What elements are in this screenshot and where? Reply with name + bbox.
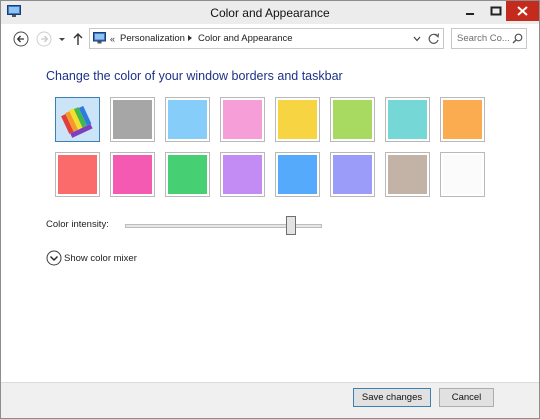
swatch-fill bbox=[58, 155, 97, 194]
back-button[interactable] bbox=[13, 31, 29, 47]
forward-button[interactable] bbox=[36, 31, 52, 47]
swatch-fill bbox=[388, 100, 427, 139]
swatch-lime[interactable] bbox=[330, 97, 375, 142]
breadcrumb[interactable]: « Personalization Color and Appearance bbox=[89, 28, 444, 49]
show-color-mixer-link[interactable]: Show color mixer bbox=[64, 253, 137, 264]
automatic-color-palette-icon bbox=[61, 105, 93, 138]
title-bar: Color and Appearance bbox=[1, 1, 539, 24]
close-icon bbox=[517, 6, 528, 16]
swatch-fill bbox=[168, 155, 207, 194]
swatch-fill bbox=[278, 100, 317, 139]
color-appearance-window: Color and Appearance « Personalization C… bbox=[0, 0, 540, 419]
breadcrumb-separator-icon[interactable] bbox=[188, 35, 192, 41]
swatch-fill bbox=[443, 155, 482, 194]
recent-locations-chevron-icon[interactable] bbox=[57, 33, 67, 45]
swatch-fill bbox=[223, 155, 262, 194]
save-changes-button[interactable]: Save changes bbox=[353, 388, 431, 407]
swatch-magenta[interactable] bbox=[110, 152, 155, 197]
color-intensity-label: Color intensity: bbox=[46, 219, 109, 230]
color-intensity-slider-thumb[interactable] bbox=[285, 216, 296, 235]
address-bar: « Personalization Color and Appearance S… bbox=[1, 25, 539, 53]
swatch-fill bbox=[333, 155, 372, 194]
page-heading: Change the color of your window borders … bbox=[46, 69, 343, 83]
search-placeholder: Search Co... bbox=[457, 33, 510, 44]
breadcrumb-overflow[interactable]: « bbox=[110, 34, 115, 44]
swatch-red[interactable] bbox=[55, 152, 100, 197]
swatch-white[interactable] bbox=[440, 152, 485, 197]
dialog-footer: Save changes Cancel bbox=[1, 382, 539, 418]
swatch-fill bbox=[443, 100, 482, 139]
swatch-fill bbox=[333, 100, 372, 139]
swatch-fill bbox=[113, 155, 152, 194]
swatch-fill bbox=[168, 100, 207, 139]
close-button[interactable] bbox=[506, 1, 539, 21]
control-panel-icon bbox=[93, 32, 106, 44]
search-box[interactable]: Search Co... bbox=[451, 28, 527, 49]
swatch-gray[interactable] bbox=[110, 97, 155, 142]
expand-chevron-icon[interactable] bbox=[46, 250, 62, 266]
swatch-sky-blue[interactable] bbox=[165, 97, 210, 142]
search-icon[interactable] bbox=[512, 33, 523, 44]
breadcrumb-personalization[interactable]: Personalization bbox=[120, 33, 185, 44]
swatch-blue[interactable] bbox=[275, 152, 320, 197]
swatch-purple[interactable] bbox=[220, 152, 265, 197]
breadcrumb-color-appearance[interactable]: Color and Appearance bbox=[198, 33, 293, 44]
swatch-turquoise[interactable] bbox=[385, 97, 430, 142]
swatch-fill bbox=[278, 155, 317, 194]
swatch-yellow[interactable] bbox=[275, 97, 320, 142]
swatch-orange[interactable] bbox=[440, 97, 485, 142]
swatch-green[interactable] bbox=[165, 152, 210, 197]
swatch-taupe[interactable] bbox=[385, 152, 430, 197]
cancel-button[interactable]: Cancel bbox=[439, 388, 494, 407]
swatch-fill bbox=[223, 100, 262, 139]
swatch-automatic[interactable] bbox=[55, 97, 100, 142]
swatch-fill bbox=[388, 155, 427, 194]
up-arrow-icon[interactable] bbox=[72, 31, 84, 47]
swatch-pink[interactable] bbox=[220, 97, 265, 142]
swatch-periwinkle[interactable] bbox=[330, 152, 375, 197]
minimize-icon bbox=[466, 13, 474, 15]
address-dropdown-chevron-icon[interactable] bbox=[412, 35, 422, 43]
refresh-icon[interactable] bbox=[427, 32, 441, 46]
minimize-button[interactable] bbox=[457, 1, 483, 21]
swatch-fill bbox=[113, 100, 152, 139]
color-swatch-grid bbox=[55, 97, 485, 199]
